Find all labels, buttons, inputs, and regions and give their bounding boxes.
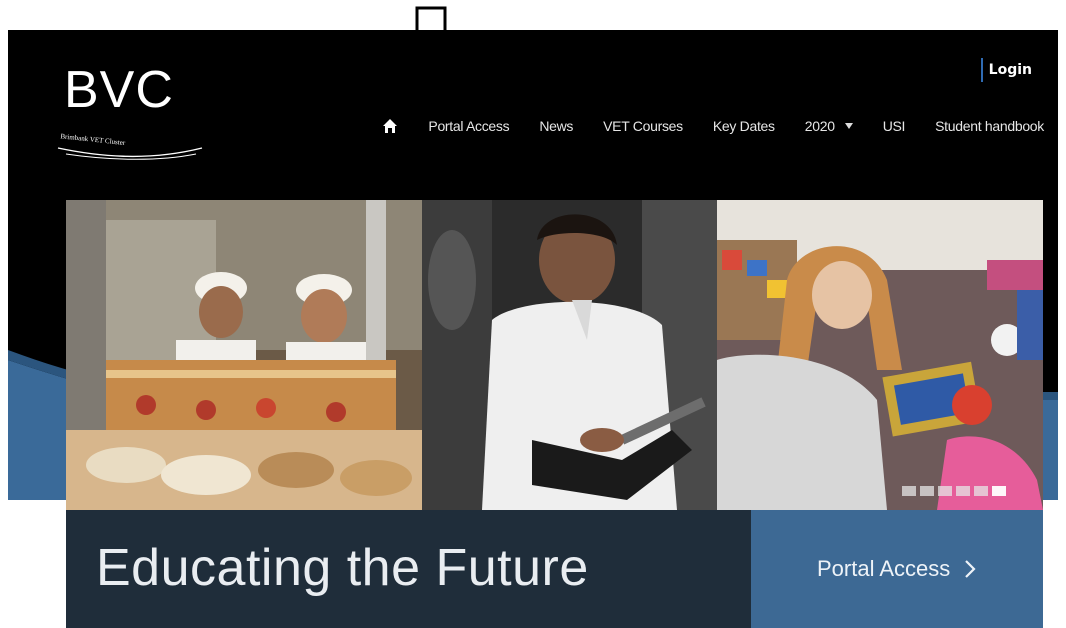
home-icon[interactable]	[382, 118, 398, 134]
hero-tagline: Educating the Future	[96, 539, 589, 597]
portal-access-label: Portal Access	[817, 556, 951, 581]
slider-dot[interactable]	[956, 486, 970, 496]
bvc-logo[interactable]: BVC Brimbank VET Cluster	[56, 60, 206, 160]
nav-item-student-handbook[interactable]: Student handbook	[935, 114, 1044, 138]
logo-swoosh: Brimbank VET Cluster	[57, 132, 203, 160]
hero-slider: Educating the Future Portal Access	[66, 200, 1043, 628]
website-page: BVC Brimbank VET Cluster Login Portal Ac…	[8, 30, 1058, 628]
nav-item-usi[interactable]: USI	[883, 114, 906, 138]
nav-item-2020-dropdown[interactable]: 2020	[805, 114, 853, 138]
portal-access-button[interactable]: Portal Access	[751, 510, 1043, 628]
slider-dots	[902, 486, 1006, 496]
slider-dot[interactable]	[902, 486, 916, 496]
nav-item-vet-courses[interactable]: VET Courses	[603, 114, 683, 138]
slider-dot[interactable]	[920, 486, 934, 496]
hero-photo-hospitality	[66, 200, 422, 510]
nav-item-2020-label: 2020	[804, 118, 835, 134]
chevron-right-icon	[965, 560, 976, 578]
nav-item-news[interactable]: News	[539, 114, 573, 138]
logo-text: BVC	[64, 61, 174, 119]
nav-item-portal-access[interactable]: Portal Access	[428, 114, 509, 138]
tagline-banner: Educating the Future	[66, 510, 751, 628]
caret-down-icon	[844, 123, 853, 129]
slider-dot-active[interactable]	[992, 486, 1006, 496]
nav-item-key-dates[interactable]: Key Dates	[713, 114, 775, 138]
slider-dot[interactable]	[974, 486, 988, 496]
hero-photo-music	[422, 200, 717, 510]
slider-dot[interactable]	[938, 486, 952, 496]
logo-subtext: Brimbank VET Cluster	[60, 132, 126, 147]
hero-photo-childcare	[717, 200, 1043, 510]
main-nav: Portal Access News VET Courses Key Dates…	[382, 114, 1044, 138]
login-link[interactable]: Login	[980, 58, 1032, 82]
